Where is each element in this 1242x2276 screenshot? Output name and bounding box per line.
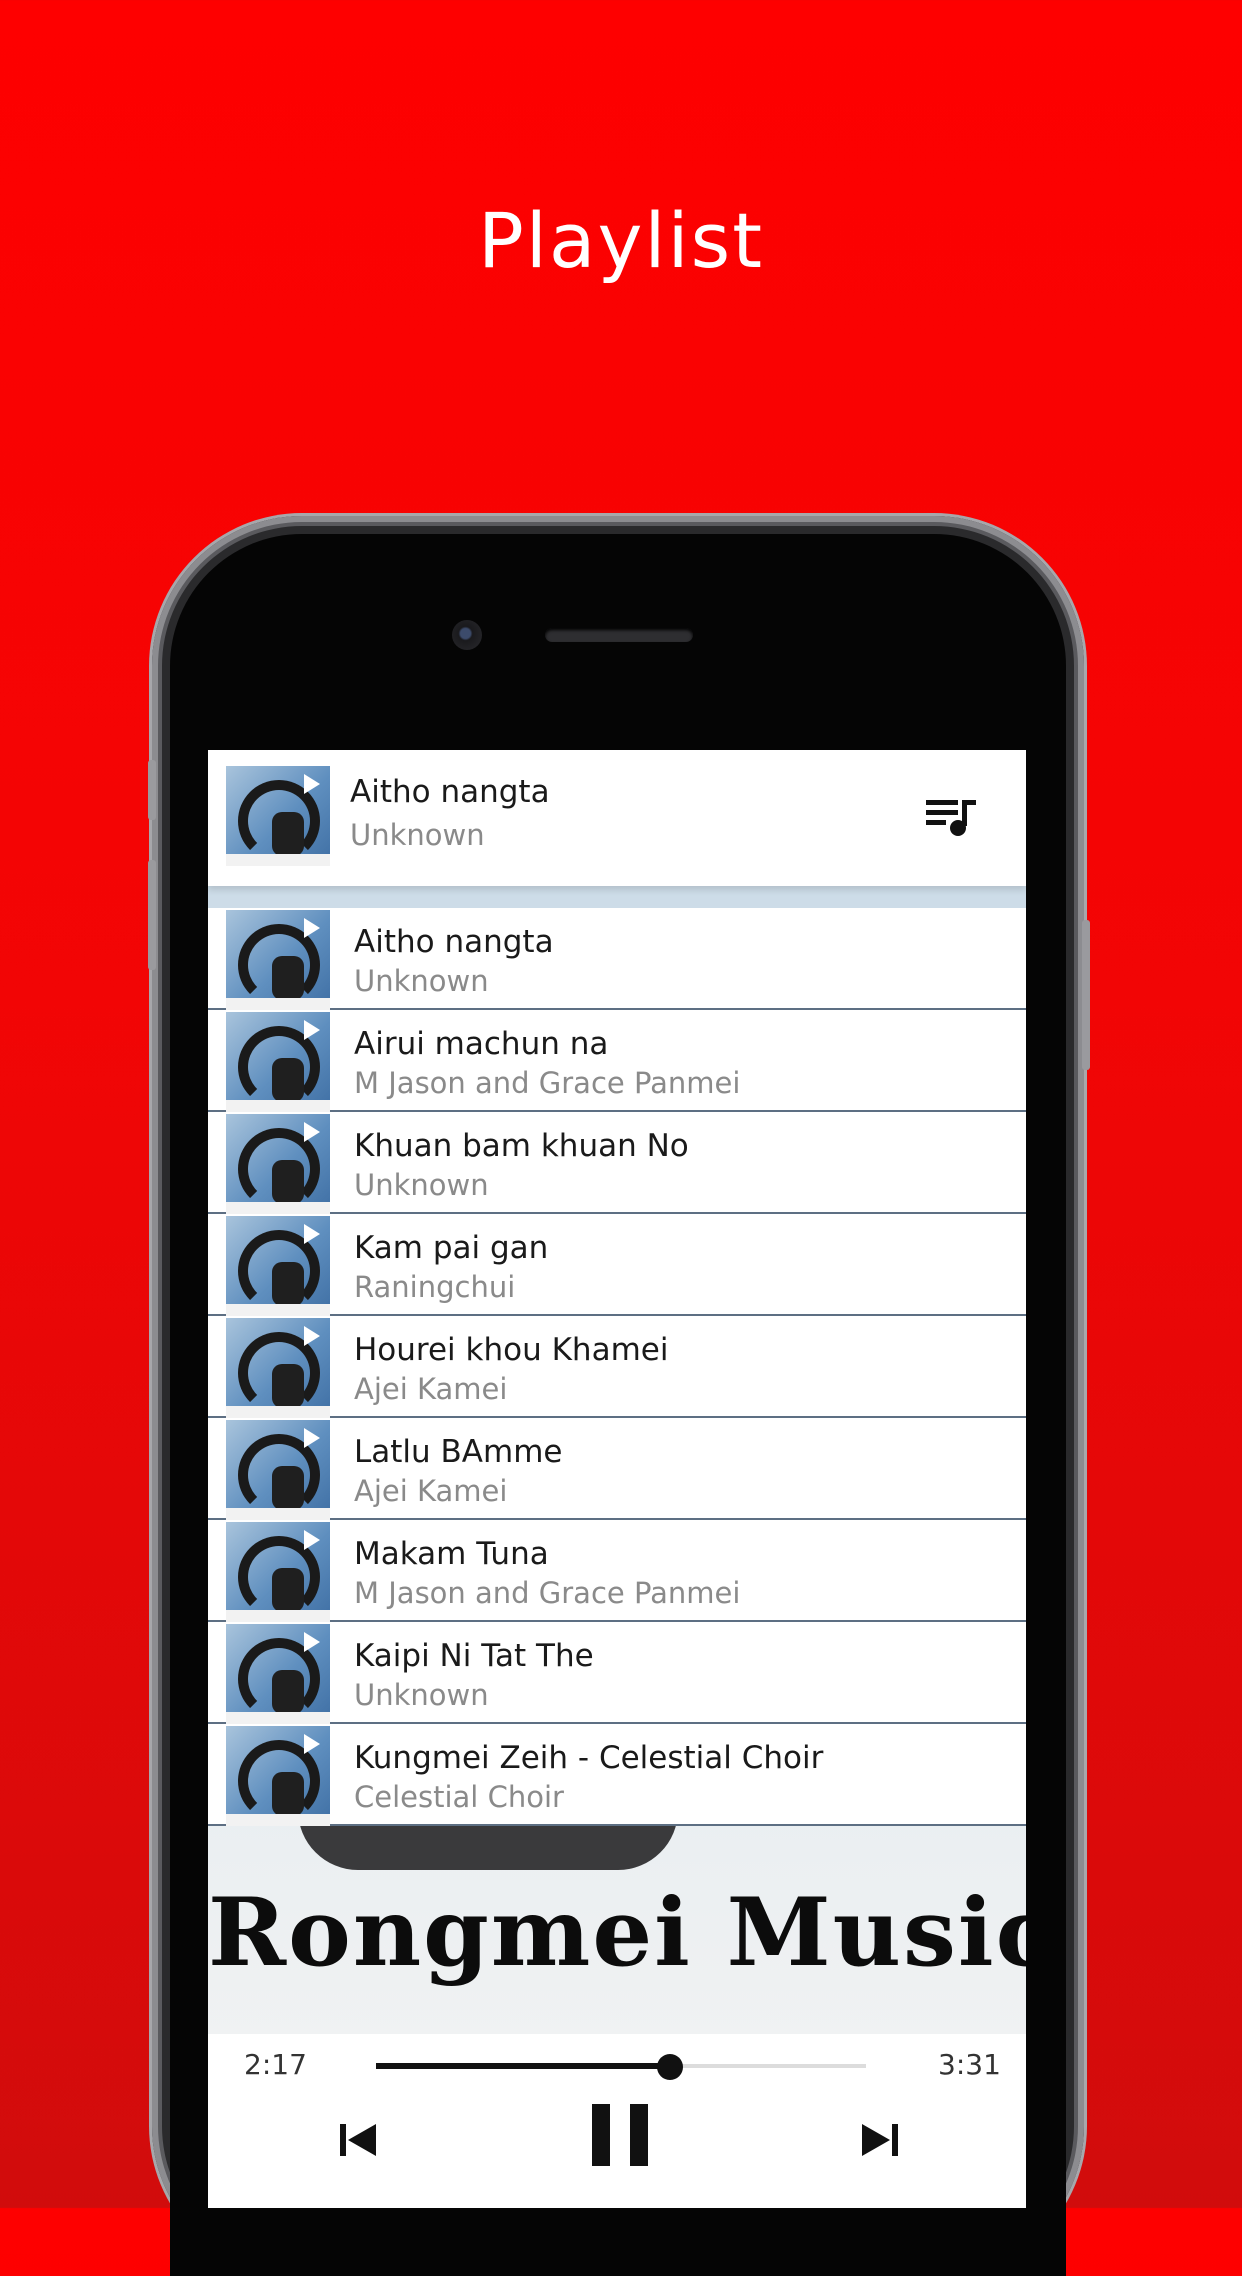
playlist-music-icon[interactable] (924, 794, 980, 838)
song-artist: Raningchui (354, 1270, 516, 1304)
song-artwork (226, 1420, 330, 1520)
song-artist: Celestial Choir (354, 1780, 564, 1814)
song-title: Khuan bam khuan No (354, 1128, 689, 1164)
song-artist: M Jason and Grace Panmei (354, 1576, 741, 1610)
play-icon (304, 774, 320, 794)
elapsed-time: 2:17 (244, 2048, 307, 2081)
playlist-item[interactable]: Kaipi Ni Tat The Unknown (208, 1622, 1026, 1724)
earpiece-speaker (545, 628, 693, 642)
brand-wordmark: Rongmei Music (208, 1878, 1026, 1988)
playlist-item[interactable]: Kungmei Zeih - Celestial Choir Celestial … (208, 1724, 1026, 1826)
song-title: Airui machun na (354, 1026, 609, 1062)
song-title: Hourei khou Khamei (354, 1332, 669, 1368)
front-camera (452, 620, 482, 650)
skip-previous-icon[interactable] (338, 2120, 378, 2160)
play-icon (304, 918, 320, 938)
playlist-item[interactable]: Airui machun na M Jason and Grace Panmei (208, 1010, 1026, 1112)
play-icon (304, 1224, 320, 1244)
song-artist: Unknown (354, 1168, 489, 1202)
phone-side-button (148, 760, 156, 820)
song-artwork (226, 1522, 330, 1622)
skip-next-icon[interactable] (860, 2120, 900, 2160)
play-icon (304, 1632, 320, 1652)
now-playing-artist: Unknown (350, 818, 485, 852)
play-icon (304, 1326, 320, 1346)
song-title: Kungmei Zeih - Celestial Choir (354, 1740, 824, 1776)
song-artwork (226, 1012, 330, 1112)
song-artwork (226, 1624, 330, 1724)
song-title: Kaipi Ni Tat The (354, 1638, 594, 1674)
song-artwork (226, 1114, 330, 1214)
song-artist: Ajei Kamei (354, 1474, 508, 1508)
now-playing-title: Aitho nangta (350, 774, 550, 810)
song-title: Kam pai gan (354, 1230, 549, 1266)
playlist-item[interactable]: Aitho nangta Unknown (208, 908, 1026, 1010)
song-artwork (226, 1216, 330, 1316)
total-duration: 3:31 (938, 2048, 1001, 2081)
play-icon (304, 1734, 320, 1754)
song-artwork (226, 910, 330, 1010)
song-title: Aitho nangta (354, 924, 554, 960)
pause-icon[interactable] (590, 2104, 650, 2166)
playlist-item[interactable]: Kam pai gan Raningchui (208, 1214, 1026, 1316)
playlist-item[interactable]: Hourei khou Khamei Ajei Kamei (208, 1316, 1026, 1418)
song-title: Makam Tuna (354, 1536, 549, 1572)
phone-volume-button (148, 860, 156, 970)
playlist-item[interactable]: Latlu BAmme Ajei Kamei (208, 1418, 1026, 1520)
song-title: Latlu BAmme (354, 1434, 563, 1470)
playlist-item[interactable]: Khuan bam khuan No Unknown (208, 1112, 1026, 1214)
page-headline: Playlist (477, 196, 765, 285)
seek-bar-progress (376, 2063, 670, 2069)
play-icon (304, 1530, 320, 1550)
song-artwork (226, 1726, 330, 1826)
song-artwork (226, 1318, 330, 1418)
now-playing-card[interactable]: Aitho nangta Unknown (208, 750, 1026, 886)
song-artist: Unknown (354, 964, 489, 998)
song-artist: Ajei Kamei (354, 1372, 508, 1406)
seek-bar-handle[interactable] (657, 2054, 683, 2080)
play-icon (304, 1428, 320, 1448)
now-playing-artwork (226, 766, 330, 866)
player-controls: 2:17 3:31 (208, 2034, 1026, 2208)
song-artist: Unknown (354, 1678, 489, 1712)
play-icon (304, 1122, 320, 1142)
phone-power-button (1082, 920, 1090, 1070)
playlist: Aitho nangta Unknown Airui machun na M Jaso… (208, 908, 1026, 1826)
play-icon (304, 1020, 320, 1040)
song-artist: M Jason and Grace Panmei (354, 1066, 741, 1100)
app-screen: Rongmei Music Aitho nangta Unknown Aitho… (208, 750, 1026, 2208)
playlist-item[interactable]: Makam Tuna M Jason and Grace Panmei (208, 1520, 1026, 1622)
